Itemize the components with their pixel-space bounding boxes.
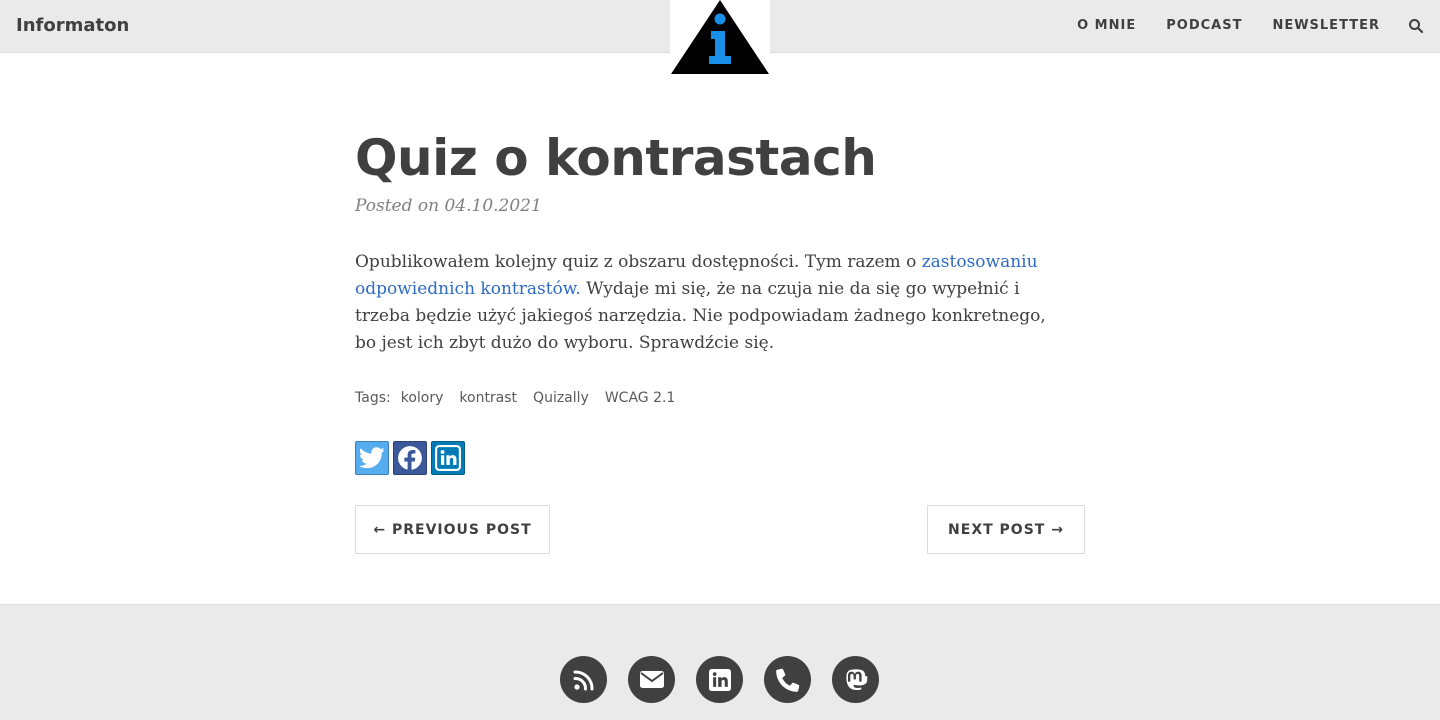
nav-link-o-mnie[interactable]: O MNIE bbox=[1077, 18, 1136, 33]
post-title: Quiz o kontrastach bbox=[355, 129, 877, 187]
navbar: Informaton O MNIE PODCAST NEWSLETTER bbox=[0, 0, 1440, 74]
linkedin-icon bbox=[708, 668, 731, 691]
tag-link[interactable]: WCAG 2.1 bbox=[605, 390, 676, 406]
footer-phone-link[interactable] bbox=[764, 656, 811, 703]
site-logo[interactable] bbox=[670, 0, 770, 74]
email-icon bbox=[639, 670, 664, 688]
footer-social-links bbox=[560, 656, 879, 703]
post-article: Quiz o kontrastach Posted on 04.10.2021 … bbox=[355, 128, 1085, 357]
footer bbox=[0, 604, 1440, 720]
search-icon bbox=[1409, 19, 1424, 34]
nav-link-podcast[interactable]: PODCAST bbox=[1166, 18, 1242, 33]
tags-label: Tags: bbox=[355, 390, 391, 406]
facebook-icon bbox=[398, 446, 422, 471]
next-post-button[interactable]: NEXT POST → bbox=[927, 505, 1085, 554]
phone-icon bbox=[775, 668, 799, 692]
post-tags: Tags: kolory kontrast Quizally WCAG 2.1 bbox=[355, 390, 691, 406]
previous-post-button[interactable]: ← PREVIOUS POST bbox=[355, 505, 550, 554]
nav-link-newsletter[interactable]: NEWSLETTER bbox=[1272, 18, 1380, 33]
share-linkedin-button[interactable] bbox=[431, 441, 465, 475]
footer-email-link[interactable] bbox=[628, 656, 675, 703]
share-facebook-button[interactable] bbox=[393, 441, 427, 475]
share-buttons bbox=[355, 441, 465, 475]
mastodon-icon bbox=[845, 668, 867, 690]
tag-link[interactable]: kontrast bbox=[459, 390, 517, 406]
site-brand-link[interactable]: Informaton bbox=[16, 15, 129, 36]
footer-mastodon-link[interactable] bbox=[832, 656, 879, 703]
twitter-icon bbox=[359, 447, 385, 469]
share-twitter-button[interactable] bbox=[355, 441, 389, 475]
info-triangle-logo-icon bbox=[671, 0, 769, 74]
tag-link[interactable]: kolory bbox=[401, 390, 444, 406]
footer-rss-link[interactable] bbox=[560, 656, 607, 703]
post-body-text-start: Opublikowałem kolejny quiz z obszaru dos… bbox=[355, 252, 922, 272]
linkedin-icon bbox=[435, 445, 461, 471]
main-nav: O MNIE PODCAST NEWSLETTER bbox=[1047, 18, 1380, 33]
post-date: Posted on 04.10.2021 bbox=[355, 196, 542, 216]
tag-link[interactable]: Quizally bbox=[533, 390, 589, 406]
search-button[interactable] bbox=[1408, 18, 1424, 34]
post-body: Opublikowałem kolejny quiz z obszaru dos… bbox=[355, 249, 1065, 357]
footer-linkedin-link[interactable] bbox=[696, 656, 743, 703]
rss-icon bbox=[573, 669, 594, 690]
